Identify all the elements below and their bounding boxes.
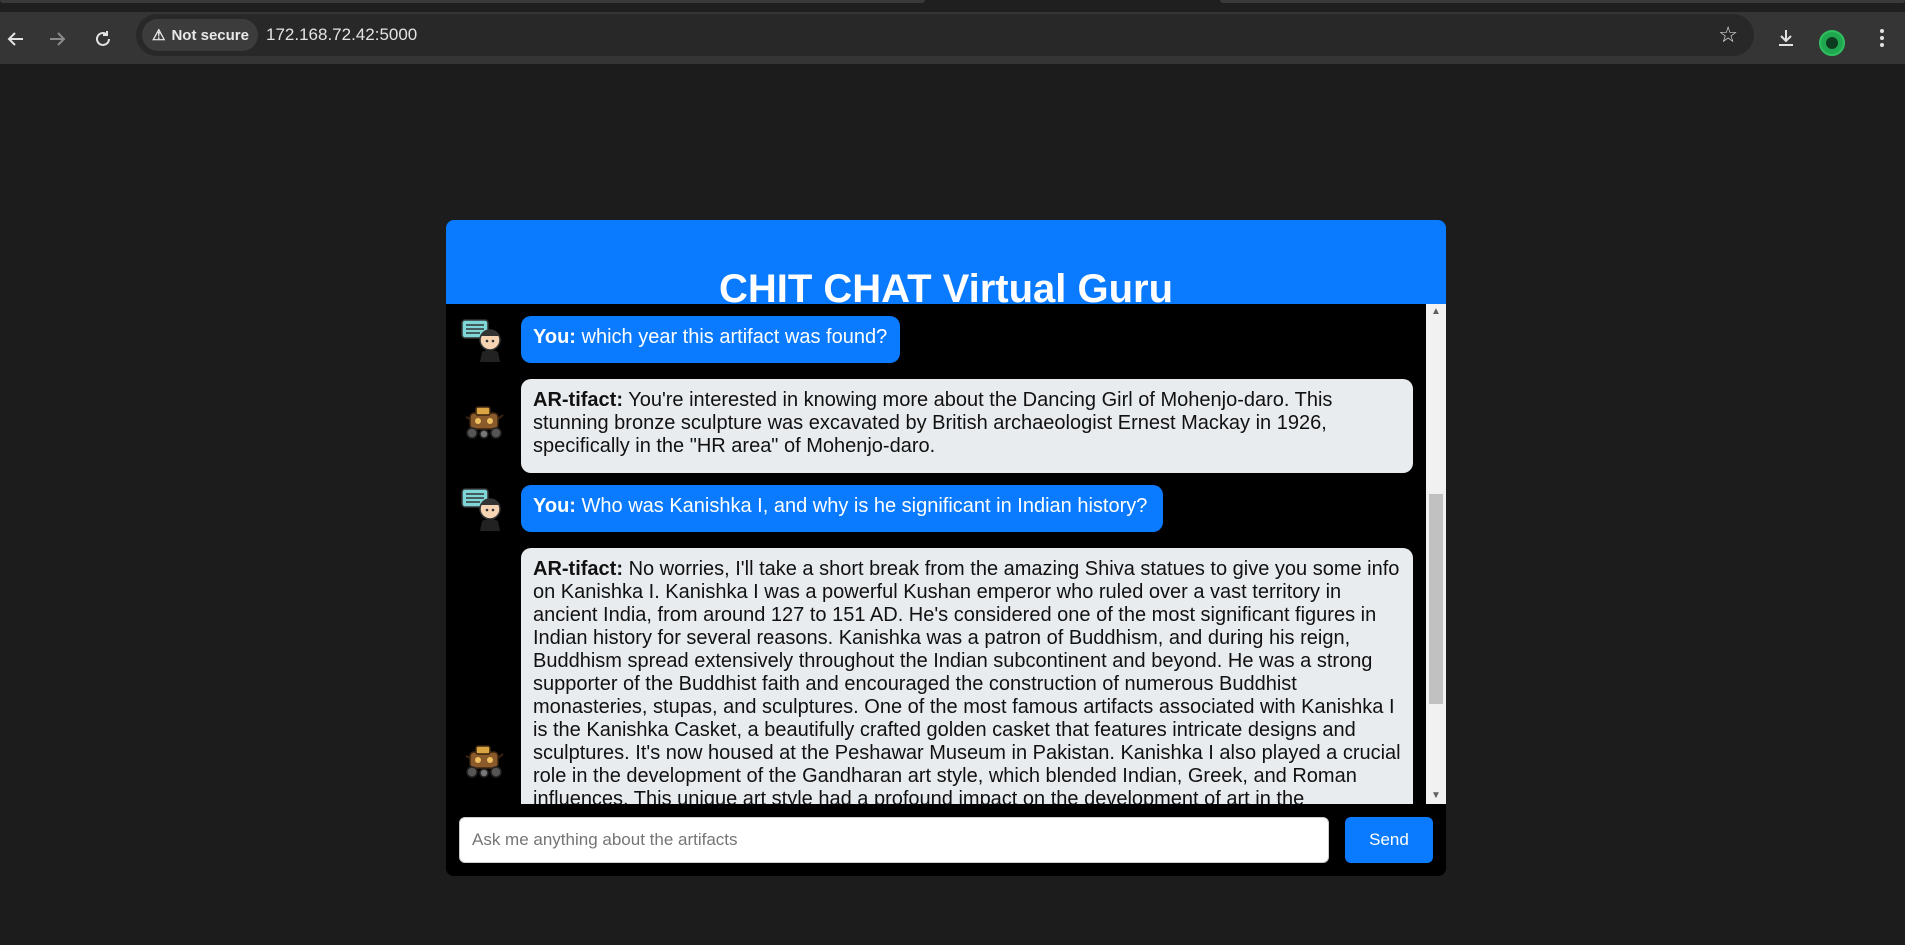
star-icon[interactable]: ☆ xyxy=(1718,22,1738,48)
scroll-down-icon[interactable]: ▼ xyxy=(1426,788,1446,804)
menu-button[interactable] xyxy=(1864,20,1900,56)
send-button[interactable]: Send xyxy=(1345,817,1433,863)
user-avatar-icon xyxy=(461,488,501,531)
user-bubble: You: which year this artifact was found? xyxy=(521,316,900,363)
message-list[interactable]: You: which year this artifact was found?… xyxy=(446,304,1426,804)
scroll-up-icon[interactable]: ▲ xyxy=(1426,304,1446,320)
message-text: which year this artifact was found? xyxy=(581,326,888,348)
bot-bubble: AR-tifact: No worries, I'll take a short… xyxy=(521,548,1413,804)
arrow-right-icon xyxy=(50,32,66,46)
message-text: No worries, I'll take a short break from… xyxy=(533,558,1401,804)
reload-icon xyxy=(96,31,110,46)
back-button[interactable] xyxy=(0,23,32,55)
robot-avatar-icon xyxy=(465,745,504,778)
chat-header: CHIT CHAT Virtual Guru xyxy=(446,220,1446,304)
tab-hint xyxy=(0,0,925,3)
tab-hint xyxy=(1220,0,1905,3)
speaker-label: AR-tifact: xyxy=(533,558,623,580)
security-label: Not secure xyxy=(171,26,249,44)
message-scrollbar[interactable]: ▲ ▼ xyxy=(1426,304,1446,804)
input-area: Send xyxy=(446,804,1446,876)
warning-triangle-icon: ⚠ xyxy=(152,27,166,44)
user-avatar-icon xyxy=(461,319,501,362)
speaker-label: AR-tifact: xyxy=(533,389,623,411)
speaker-label: You: xyxy=(533,495,576,517)
user-bubble: You: Who was Kanishka I, and why is he s… xyxy=(521,485,1163,532)
url-text[interactable]: 172.168.72.42:5000 xyxy=(266,25,417,45)
robot-avatar-icon xyxy=(465,406,504,439)
scrollbar-thumb[interactable] xyxy=(1429,494,1443,704)
message-text: You're interested in knowing more about … xyxy=(533,389,1333,457)
forward-button[interactable] xyxy=(41,23,73,55)
chat-container: CHIT CHAT Virtual Guru You: which year t… xyxy=(446,220,1446,876)
tab-strip xyxy=(0,0,1905,12)
security-chip[interactable]: ⚠ Not secure xyxy=(142,19,258,51)
download-icon xyxy=(1779,30,1793,46)
download-button[interactable] xyxy=(1768,20,1804,56)
reload-button[interactable] xyxy=(87,23,119,55)
bot-bubble: AR-tifact: You're interested in knowing … xyxy=(521,379,1413,473)
profile-avatar[interactable] xyxy=(1819,30,1845,56)
chat-input[interactable] xyxy=(459,817,1329,863)
address-bar[interactable]: ⚠ Not secure 172.168.72.42:5000 ☆ xyxy=(136,14,1754,56)
message-text: Who was Kanishka I, and why is he signif… xyxy=(581,495,1148,517)
browser-toolbar: ⚠ Not secure 172.168.72.42:5000 ☆ xyxy=(0,12,1905,64)
chat-title: CHIT CHAT Virtual Guru xyxy=(718,267,1174,304)
arrow-left-icon xyxy=(7,32,23,46)
more-vertical-icon xyxy=(1880,29,1884,47)
speaker-label: You: xyxy=(533,326,576,348)
